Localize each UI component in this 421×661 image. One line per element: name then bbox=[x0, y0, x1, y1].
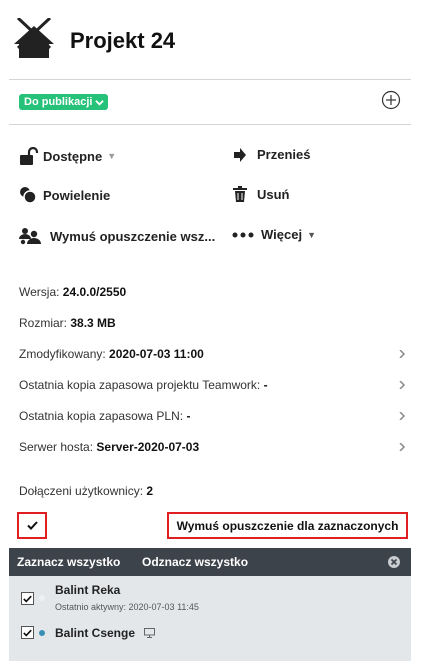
status-dropdown[interactable]: Do publikacji bbox=[19, 94, 109, 110]
house-icon bbox=[14, 18, 54, 58]
user-last-active: Ostatnio aktywny: 2020-07-03 11:45 bbox=[55, 602, 199, 612]
chevron-right-icon[interactable] bbox=[398, 412, 406, 420]
host-server-info: Serwer hosta: Server-2020-07-03 bbox=[19, 440, 200, 454]
close-icon[interactable] bbox=[388, 556, 400, 568]
online-status-dot bbox=[39, 630, 45, 636]
chevron-right-icon[interactable] bbox=[398, 443, 406, 451]
checkmark-icon bbox=[23, 595, 32, 603]
selection-bar: Zaznacz wszystko Odznacz wszystko bbox=[9, 548, 411, 576]
caret-down-icon: ▼ bbox=[307, 229, 316, 240]
users-icon bbox=[19, 227, 50, 245]
select-all-link[interactable]: Zaznacz wszystko bbox=[17, 555, 120, 569]
arrow-right-icon bbox=[233, 147, 257, 162]
size-info: Rozmiar: 38.3 MB bbox=[19, 316, 116, 330]
duplicate-icon bbox=[19, 186, 43, 204]
available-button[interactable]: Dostępne ▼ bbox=[19, 147, 116, 165]
status-dot bbox=[39, 595, 45, 601]
add-icon[interactable] bbox=[381, 90, 401, 110]
available-label: Dostępne bbox=[43, 148, 103, 164]
deselect-all-link[interactable]: Odznacz wszystko bbox=[142, 555, 248, 569]
version-info: Wersja: 24.0.0/2550 bbox=[19, 285, 127, 299]
user-name: Balint Csenge bbox=[55, 626, 136, 640]
select-toggle-button[interactable] bbox=[17, 512, 47, 539]
monitor-icon bbox=[144, 628, 155, 638]
caret-down-icon: ▼ bbox=[107, 151, 117, 161]
chevron-right-icon[interactable] bbox=[398, 350, 406, 358]
user-name: Balint Reka bbox=[55, 583, 121, 597]
user-list: Balint Reka Ostatnio aktywny: 2020-07-03… bbox=[9, 576, 411, 661]
force-leave-all-button[interactable]: Wymuś opuszczenie wsz... bbox=[19, 227, 215, 245]
move-label: Przenieś bbox=[257, 147, 311, 162]
status-label: Do publikacji bbox=[24, 96, 93, 108]
chevron-right-icon[interactable] bbox=[398, 381, 406, 389]
move-button[interactable]: Przenieś bbox=[233, 147, 310, 162]
divider bbox=[9, 124, 411, 125]
user-checkbox[interactable] bbox=[21, 592, 34, 605]
delete-label: Usuń bbox=[257, 186, 290, 202]
pln-backup-info: Ostatnia kopia zapasowa PLN: - bbox=[19, 409, 191, 423]
project-title: Projekt 24 bbox=[70, 28, 176, 53]
force-leave-selected-button[interactable]: Wymuś opuszczenie dla zaznaczonych bbox=[167, 512, 408, 539]
chevron-down-icon bbox=[95, 99, 105, 106]
teamwork-backup-info: Ostatnia kopia zapasowa projektu Teamwor… bbox=[19, 378, 268, 392]
joined-users-info: Dołączeni użytkownicy: 2 bbox=[19, 484, 154, 498]
force-leave-label: Wymuś opuszczenie wsz... bbox=[50, 228, 216, 244]
list-item[interactable]: Balint Csenge bbox=[9, 622, 411, 644]
delete-button[interactable]: Usuń bbox=[233, 186, 290, 202]
more-label: Więcej bbox=[261, 227, 303, 242]
list-item[interactable]: Balint Reka Ostatnio aktywny: 2020-07-03… bbox=[9, 582, 411, 618]
divider bbox=[9, 79, 411, 80]
checkmark-icon bbox=[26, 521, 38, 530]
unlock-icon bbox=[19, 147, 43, 165]
user-checkbox[interactable] bbox=[21, 626, 34, 639]
trash-icon bbox=[233, 186, 257, 202]
modified-info: Zmodyfikowany: 2020-07-03 11:00 bbox=[19, 347, 204, 361]
duplicate-button[interactable]: Powielenie bbox=[19, 186, 110, 204]
more-dots-icon bbox=[232, 232, 261, 238]
more-button[interactable]: Więcej ▼ bbox=[232, 227, 316, 242]
duplicate-label: Powielenie bbox=[43, 187, 111, 203]
checkmark-icon bbox=[23, 629, 32, 637]
